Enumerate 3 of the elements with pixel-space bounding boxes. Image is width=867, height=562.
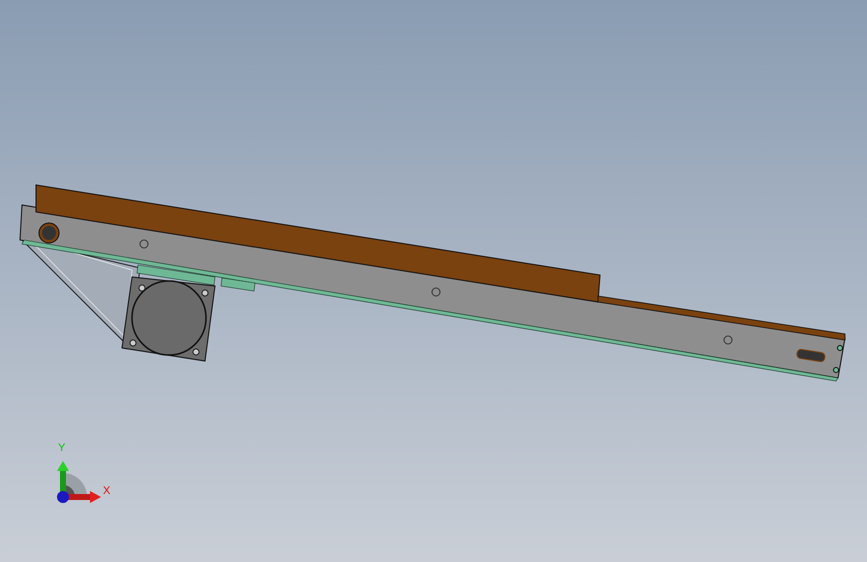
axis-label: X [103,486,110,497]
axis-label: Y [58,443,66,454]
axis-triad-icon [55,460,103,505]
